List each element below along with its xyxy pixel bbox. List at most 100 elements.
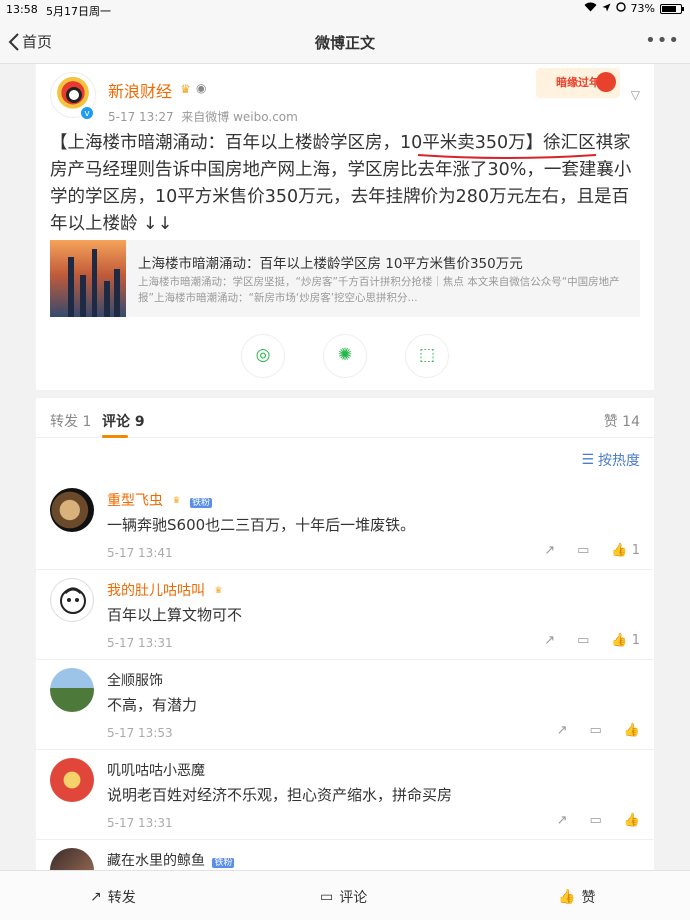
location-icon xyxy=(602,2,611,15)
comment-button[interactable]: ▭ 评论 xyxy=(320,887,367,907)
tab-like[interactable]: 赞 14 xyxy=(604,411,640,431)
bottom-action-bar: ↗ 转发 ▭ 评论 👍 赞 xyxy=(0,870,690,920)
festive-badge: 暗缘过年 xyxy=(536,68,620,98)
comment-icon[interactable]: ▭ xyxy=(577,633,589,648)
list-item: 全顺服饰 不高，有潜力 5-17 13:53 ↗ ▭ 👍 xyxy=(36,660,654,750)
like-button[interactable]: 👍 1 xyxy=(611,633,640,648)
tab-comment[interactable]: 评论 9 xyxy=(102,411,145,431)
battery-percent: 73% xyxy=(630,2,655,15)
commenter-name[interactable]: 重型飞虫 ♛ 铁粉 xyxy=(107,490,212,510)
tab-repost[interactable]: 转发 1 xyxy=(50,411,91,431)
like-button[interactable]: 👍 1 xyxy=(611,543,640,558)
list-item: 我的肚儿咕咕叫 ♛ 百年以上算文物可不 5-17 13:31 ↗ ▭ 👍 1 xyxy=(36,570,654,660)
fan-badge-icon: 铁粉 xyxy=(212,857,235,868)
battery-icon xyxy=(660,3,684,14)
commenter-name[interactable]: 全顺服饰 xyxy=(107,670,163,690)
comment-time: 5-17 13:31 xyxy=(107,816,173,830)
post-tabs: 转发 1 评论 9 赞 14 xyxy=(36,398,654,438)
verified-badge-icon: v xyxy=(80,106,94,120)
commenter-name-text: 我的肚儿咕咕叫 xyxy=(107,583,205,599)
highlight-underline xyxy=(417,154,597,159)
comment-icon[interactable]: ▭ xyxy=(590,723,602,738)
sort-button[interactable]: ☰ 按热度 xyxy=(581,450,640,470)
comment-label: 评论 xyxy=(339,890,368,906)
like-count: 1 xyxy=(631,633,640,648)
repost-label: 转发 xyxy=(107,890,136,906)
wechat-icon[interactable]: ◎ xyxy=(241,334,285,378)
post-source: 来自微博 weibo.com xyxy=(181,110,298,124)
more-options-icon[interactable]: ••• xyxy=(645,30,680,51)
lantern-icon xyxy=(596,72,616,92)
list-item: 叽叽咕咕小恶魔 说明老百姓对经济不乐观，担心资产缩水，拼命买房 5-17 13:… xyxy=(36,750,654,840)
comment-time: 5-17 13:31 xyxy=(107,636,173,650)
like-button[interactable]: 👍 xyxy=(624,813,640,828)
page-title: 微博正文 xyxy=(314,34,375,52)
status-time: 13:58 xyxy=(6,3,38,16)
link-thumbnail xyxy=(50,240,126,317)
comment-icon[interactable]: ▭ xyxy=(577,543,589,558)
avatar[interactable] xyxy=(50,758,94,802)
thumbs-up-icon: 👍 xyxy=(558,889,576,905)
like-button[interactable]: 👍 xyxy=(624,723,640,738)
moments-icon[interactable]: ✺ xyxy=(323,334,367,378)
thumbs-up-icon: 👍 xyxy=(611,633,628,648)
share-icon[interactable]: ↗ xyxy=(544,543,555,558)
list-item: 藏在水里的鲸鱼 铁粉 xyxy=(36,840,654,870)
status-bar: 13:58 5月17日周一 73% xyxy=(0,0,690,20)
list-item: 重型飞虫 ♛ 铁粉 一辆奔驰S600也二三百万，十年后一堆废铁。 5-17 13… xyxy=(36,480,654,570)
wifi-icon xyxy=(584,2,597,15)
commenter-name[interactable]: 我的肚儿咕咕叫 ♛ xyxy=(107,580,225,600)
alarm-icon xyxy=(615,2,626,15)
repost-button[interactable]: ↗ 转发 xyxy=(90,887,136,907)
link-description: 上海楼市暗潮涌动：学区房坚挺，“炒房客”千方百计拼积分抢楼｜焦点 本文来自微信公… xyxy=(138,276,620,304)
share-icon[interactable]: ↗ xyxy=(557,723,568,738)
repost-icon: ↗ xyxy=(90,889,102,905)
author-name[interactable]: 新浪财经 xyxy=(108,78,172,102)
share-image-icon[interactable]: ⬚ xyxy=(405,334,449,378)
comment-list: ☰ 按热度 重型飞虫 ♛ 铁粉 一辆奔驰S600也二三百万，十年后一堆废铁。 5… xyxy=(36,438,654,870)
like-label: 赞 xyxy=(581,890,596,906)
link-card[interactable]: 上海楼市暗潮涌动：百年以上楼龄学区房 10平方米售价350万元 上海楼市暗潮涌动… xyxy=(50,240,640,317)
comment-time: 5-17 13:41 xyxy=(107,546,173,560)
commenter-name-text: 重型飞虫 xyxy=(107,493,163,509)
post-text: 【上海楼市暗潮涌动：百年以上楼龄学区房，10平米卖350万】徐汇区祺家房产马经理… xyxy=(50,133,632,234)
festive-badge-text: 暗缘过年 xyxy=(556,76,600,89)
comment-text: 不高，有潜力 xyxy=(107,696,198,714)
post-time: 5-17 13:27 xyxy=(108,110,174,124)
avatar[interactable] xyxy=(50,488,94,532)
thumbs-up-icon: 👍 xyxy=(623,723,640,738)
sort-icon: ☰ xyxy=(581,452,594,468)
thumbs-up-icon: 👍 xyxy=(623,813,640,828)
comment-text: 百年以上算文物可不 xyxy=(107,606,243,624)
status-icons: 73% xyxy=(584,2,684,15)
post-card: v 新浪财经 ♛ ◉ 5-17 13:27 来自微博 weibo.com 暗缘过… xyxy=(36,64,654,390)
avatar[interactable] xyxy=(50,578,94,622)
comment-actions: ↗ ▭ 👍 xyxy=(557,723,640,738)
comment-actions: ↗ ▭ 👍 1 xyxy=(544,633,640,648)
share-icon[interactable]: ↗ xyxy=(544,633,555,648)
vip-crown-icon: ♛ xyxy=(214,586,223,596)
share-row: ◎ ✺ ⬚ xyxy=(36,334,654,378)
vip-crown-icon: ♛ xyxy=(172,496,181,506)
comment-actions: ↗ ▭ 👍 1 xyxy=(544,543,640,558)
expand-chevron-icon[interactable]: ▽ xyxy=(631,88,640,102)
commenter-name[interactable]: 叽叽咕咕小恶魔 xyxy=(107,760,205,780)
comment-text: 说明老百姓对经济不乐观，担心资产缩水，拼命买房 xyxy=(107,786,453,804)
comment-actions: ↗ ▭ 👍 xyxy=(557,813,640,828)
comment-icon: ▭ xyxy=(320,889,334,905)
thumbs-up-icon: 👍 xyxy=(611,543,628,558)
avatar[interactable] xyxy=(50,848,94,870)
commenter-name-text: 藏在水里的鲸鱼 xyxy=(107,853,205,869)
vip-crown-icon: ♛ xyxy=(180,82,191,96)
share-icon[interactable]: ↗ xyxy=(557,813,568,828)
comment-icon[interactable]: ▭ xyxy=(590,813,602,828)
comment-time: 5-17 13:53 xyxy=(107,726,173,740)
comment-text: 一辆奔驰S600也二三百万，十年后一堆废铁。 xyxy=(107,516,416,534)
status-date: 5月17日周一 xyxy=(46,5,111,18)
like-count: 1 xyxy=(631,543,640,558)
like-button[interactable]: 👍 赞 xyxy=(558,887,595,907)
fan-badge-icon: 铁粉 xyxy=(189,497,212,508)
avatar[interactable] xyxy=(50,668,94,712)
nav-bar: 首页 微博正文 ••• xyxy=(0,20,690,64)
commenter-name[interactable]: 藏在水里的鲸鱼 铁粉 xyxy=(107,850,235,870)
